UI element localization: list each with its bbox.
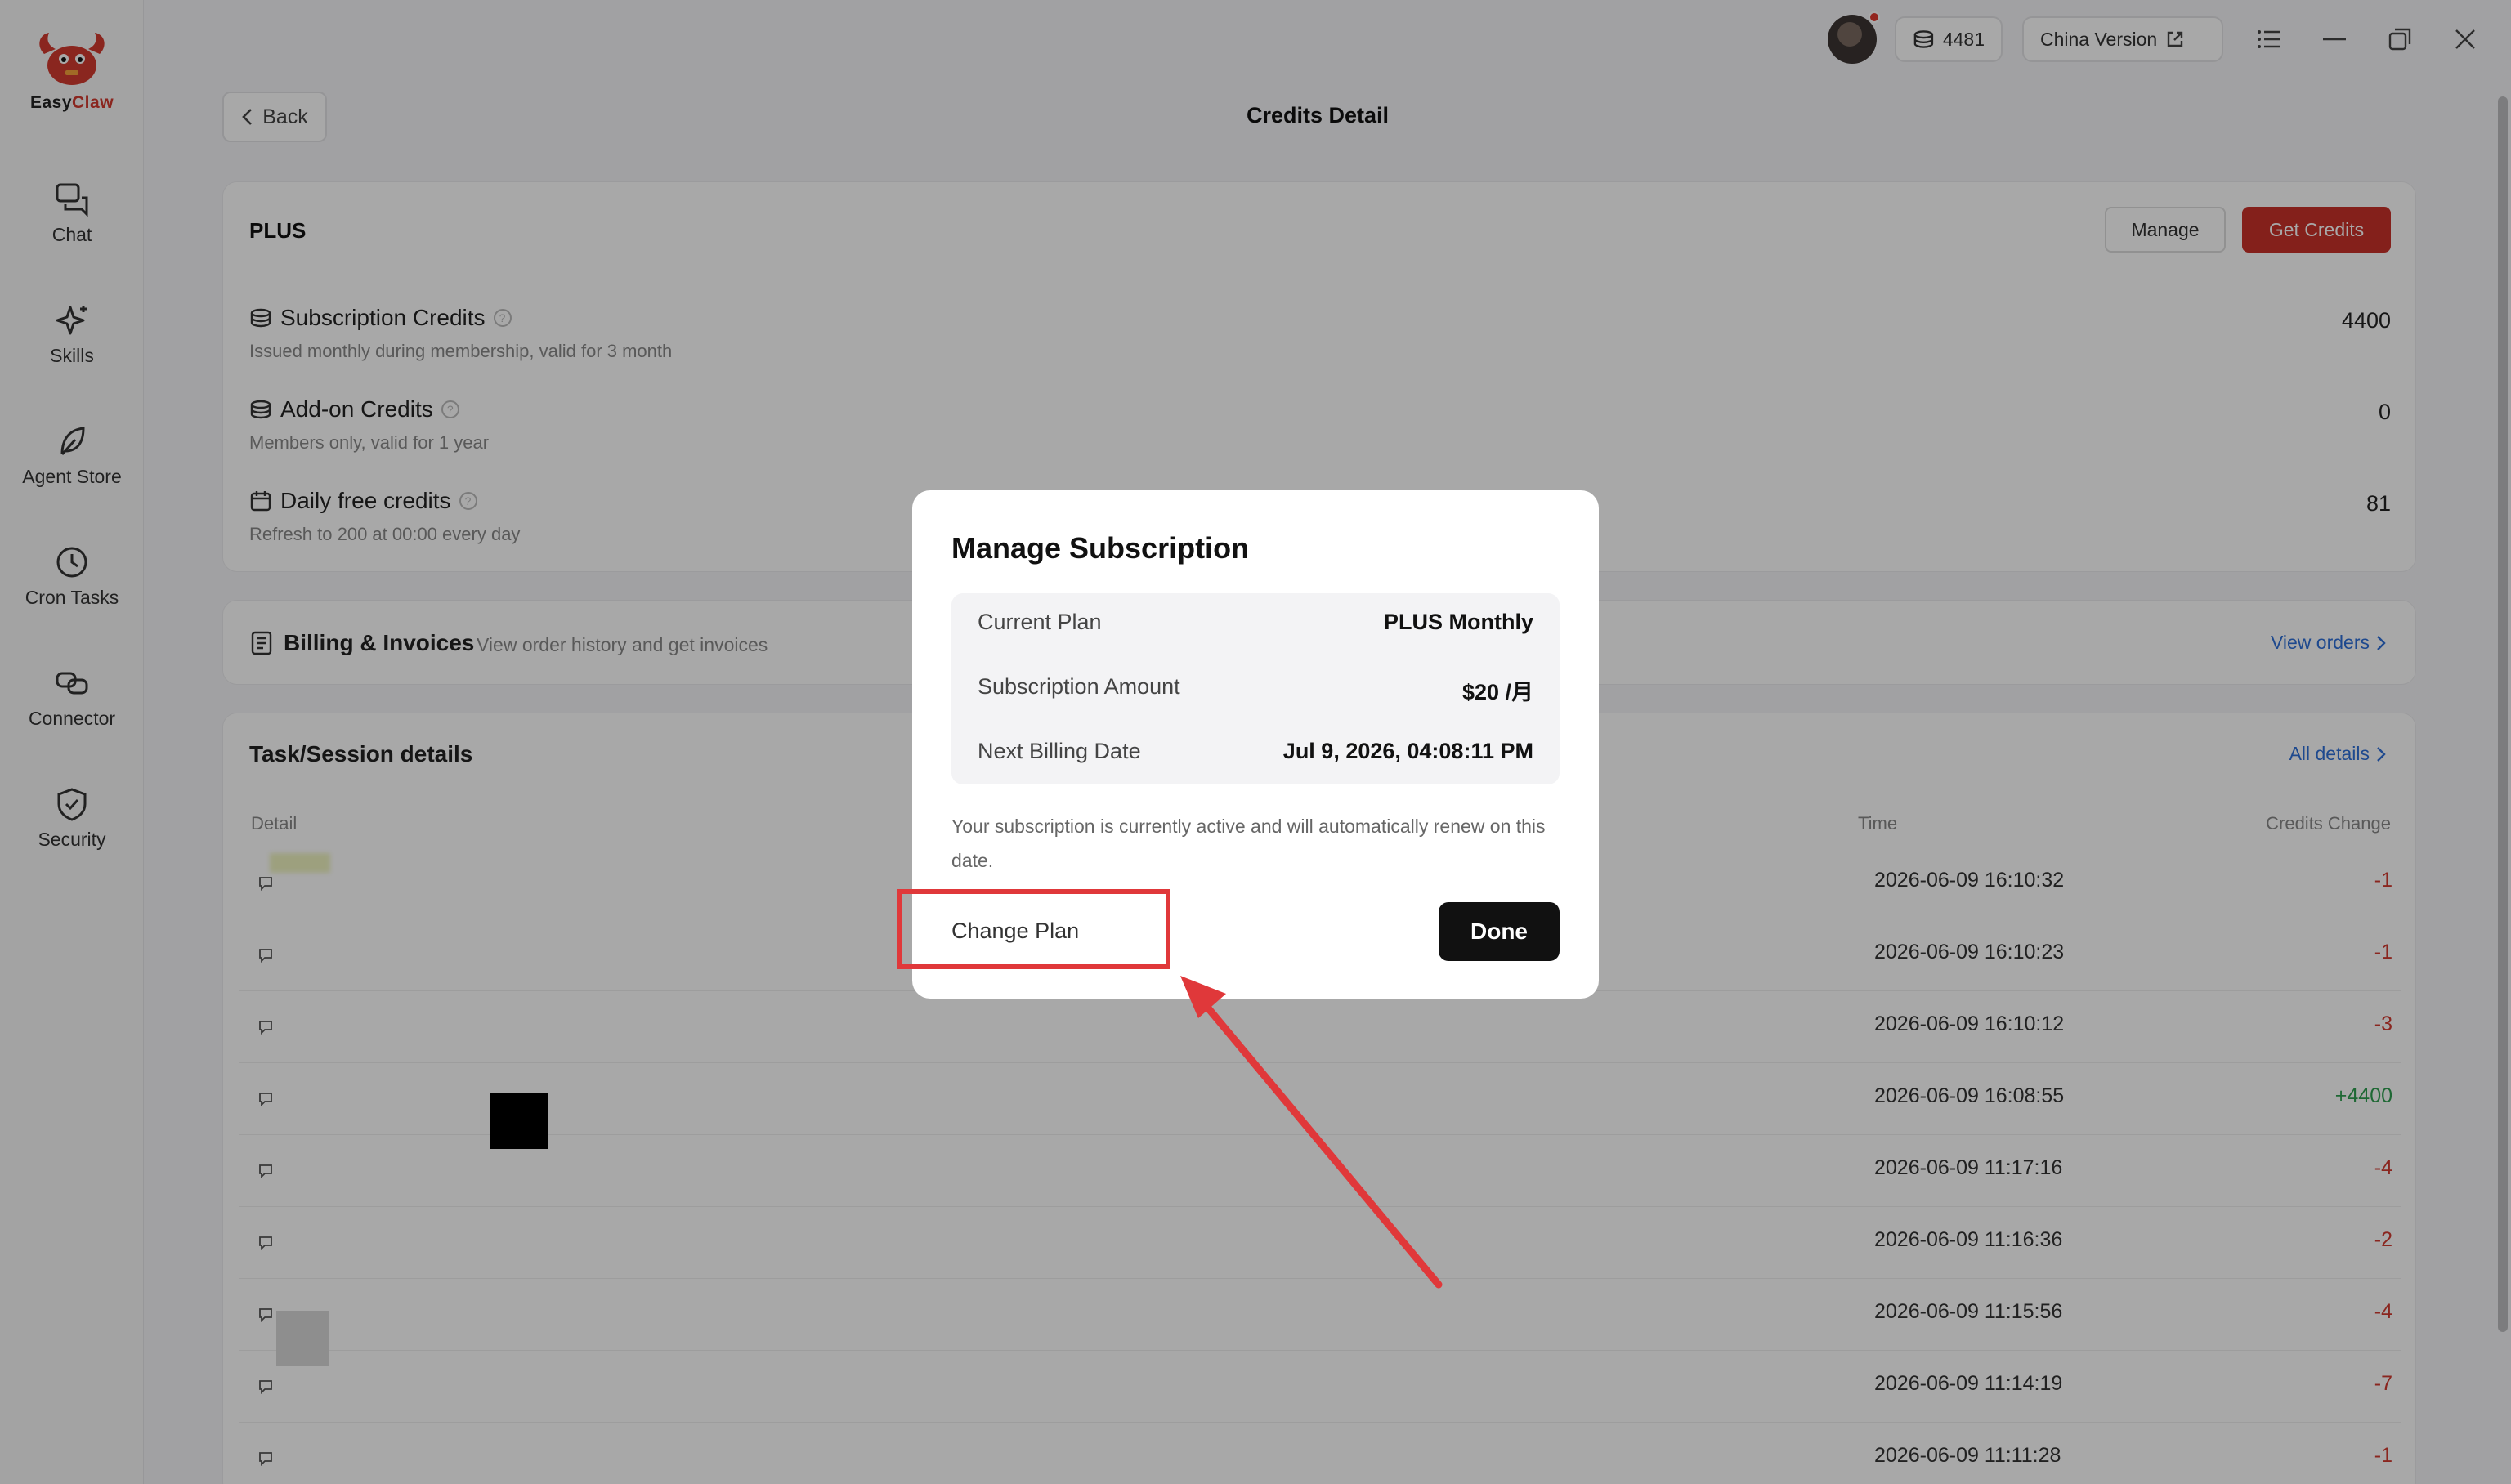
dialog-note: Your subscription is currently active an… bbox=[951, 816, 1546, 871]
dialog-title: Manage Subscription bbox=[951, 531, 1250, 565]
subscription-info: Current Plan PLUS Monthly Subscription A… bbox=[951, 593, 1560, 784]
annotation-highlight-box bbox=[897, 889, 1170, 969]
done-button[interactable]: Done bbox=[1439, 902, 1560, 961]
info-row-next-billing: Next Billing Date Jul 9, 2026, 04:08:11 … bbox=[978, 739, 1533, 763]
info-row-amount: Subscription Amount $20 /月 bbox=[978, 674, 1533, 704]
info-row-current-plan: Current Plan PLUS Monthly bbox=[978, 610, 1533, 634]
